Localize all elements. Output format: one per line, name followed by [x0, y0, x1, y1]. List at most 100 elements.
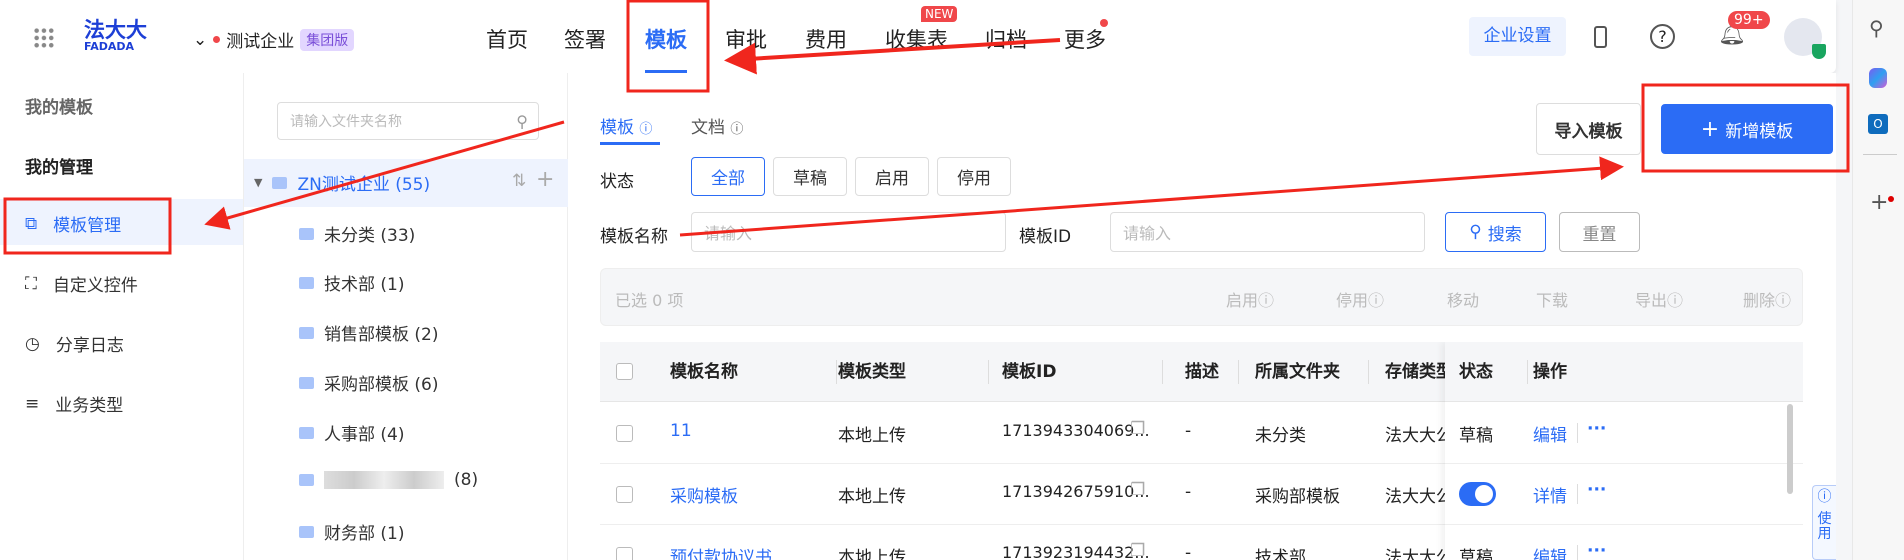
template-id: 1713942675910... [1002, 482, 1150, 501]
outlook-icon[interactable]: O [1868, 114, 1888, 134]
more-actions-icon[interactable]: ··· [1587, 419, 1606, 439]
company-switcher[interactable]: ⌄ 测试企业 集团版 [193, 27, 355, 52]
template-name-label: 模板名称 [600, 227, 668, 247]
add-icon[interactable]: + [1870, 190, 1888, 215]
sidebar-item-template-management-label[interactable]: ⧉ 模板管理 [25, 211, 121, 237]
template-id: 1713943304069... [1002, 421, 1150, 440]
status-filter-all[interactable]: 全部 [691, 157, 765, 196]
sort-icon[interactable]: ⇅ [512, 171, 526, 191]
status-dot [213, 36, 221, 43]
status-text: 草稿 [1459, 426, 1493, 446]
template-name-input[interactable]: 请输入 [691, 212, 1006, 252]
folder-item-shared[interactable]: (8) [299, 470, 478, 490]
folder-item[interactable]: 未分类 (33) [299, 221, 415, 246]
reset-button[interactable]: 重置 [1559, 212, 1640, 252]
bulk-export[interactable]: 导出ⓘ [1635, 287, 1683, 311]
status-toggle[interactable] [1459, 482, 1496, 506]
row-checkbox[interactable] [616, 425, 633, 442]
bulk-delete[interactable]: 删除ⓘ [1743, 287, 1791, 311]
nav-expense[interactable]: 费用 [805, 24, 847, 54]
template-name-link[interactable]: 预付款协议书 [670, 543, 772, 560]
folder-root[interactable]: ▼ ZN测试企业 (55) [254, 170, 430, 195]
copy-icon[interactable]: ❐ [1130, 480, 1145, 500]
search-icon: ⚲ [516, 111, 528, 131]
folder-item[interactable]: 技术部 (1) [299, 270, 404, 295]
nav-home[interactable]: 首页 [486, 24, 528, 54]
bulk-download[interactable]: 下载 [1536, 287, 1568, 311]
bulk-disable[interactable]: 停用ⓘ [1336, 287, 1384, 311]
info-icon: ⓘ [1368, 291, 1385, 310]
nav-sign[interactable]: 签署 [564, 24, 606, 54]
template-type: 本地上传 [838, 487, 906, 507]
search-icon[interactable]: ⚲ [1869, 16, 1884, 40]
help-icon[interactable]: ? [1650, 24, 1675, 49]
tab-document[interactable]: 文档 ⓘ [691, 113, 743, 138]
template-folder: 采购部模板 [1255, 487, 1340, 507]
folder-item[interactable]: 人事部 (4) [299, 420, 404, 445]
company-settings-button[interactable]: 企业设置 [1469, 17, 1566, 56]
row-action-link[interactable]: 详情 [1533, 482, 1567, 507]
apps-grid-icon[interactable] [33, 27, 55, 49]
nav-template[interactable]: 模板 [645, 24, 687, 54]
sidebar-item-custom-controls[interactable]: ⛶ 自定义控件 [25, 271, 138, 297]
fadada-logo[interactable]: 法大大 FADADA [84, 20, 147, 53]
copilot-icon[interactable] [1869, 68, 1887, 88]
copy-icon[interactable]: ❐ [1130, 541, 1145, 560]
label: 未分类 (33) [324, 226, 416, 246]
folder-icon [299, 227, 314, 240]
label: 技术部 (1) [324, 275, 405, 295]
add-template-button[interactable]: + 新增模板 [1661, 104, 1833, 154]
table-scrollbar[interactable] [1787, 404, 1793, 494]
status-filter-enabled[interactable]: 启用 [855, 157, 929, 196]
row-action-link[interactable]: 编辑 [1533, 543, 1567, 560]
label: 采购部模板 (6) [324, 375, 439, 395]
mobile-icon[interactable] [1594, 26, 1607, 48]
tab-template[interactable]: 模板 ⓘ [600, 113, 652, 138]
notification-badge: 99+ [1728, 11, 1770, 29]
search-icon: ⚲ [1469, 222, 1482, 242]
nav-approval[interactable]: 审批 [725, 24, 767, 54]
import-template-button[interactable]: 导入模板 [1536, 103, 1641, 155]
search-button[interactable]: ⚲ 搜索 [1445, 212, 1546, 252]
status-filter-draft[interactable]: 草稿 [773, 157, 847, 196]
template-id-input[interactable]: 请输入 [1110, 212, 1425, 252]
folder-search-input[interactable]: 请输入文件夹名称 ⚲ [277, 102, 539, 140]
folder-item[interactable]: 采购部模板 (6) [299, 370, 438, 395]
copy-icon[interactable]: ❐ [1130, 419, 1145, 439]
more-actions-icon[interactable]: ··· [1587, 480, 1606, 500]
bulk-move[interactable]: 移动 [1447, 287, 1479, 311]
bulk-enable[interactable]: 启用ⓘ [1226, 287, 1274, 311]
row-checkbox[interactable] [616, 486, 633, 503]
label: ZN测试企业 (55) [297, 175, 431, 195]
folder-item[interactable]: 销售部模板 (2) [299, 320, 438, 345]
template-name-link[interactable]: 采购模板 [670, 482, 738, 507]
info-icon: ⓘ [1258, 291, 1275, 310]
fixed-header: 状态 操作 [1445, 342, 1803, 402]
help-float-button[interactable]: ⓘ 使用 [1812, 485, 1836, 560]
more-actions-icon[interactable]: ··· [1587, 541, 1606, 560]
sidebar-item-business-type[interactable]: ≡ 业务类型 [25, 391, 123, 417]
label: 财务部 (1) [324, 524, 405, 544]
add-folder-icon[interactable]: + [536, 167, 554, 192]
label: 停用 [1336, 291, 1369, 310]
nav-form[interactable]: 收集表 [885, 24, 948, 54]
folder-item[interactable]: 财务部 (1) [299, 519, 404, 544]
row-action-link[interactable]: 编辑 [1533, 421, 1567, 446]
template-id-label: 模板ID [1019, 227, 1072, 247]
folder-panel: 请输入文件夹名称 ⚲ ▼ ZN测试企业 (55) ⇅ + 未分类 (33) 技术部 … [243, 73, 569, 560]
folder-icon [299, 426, 314, 439]
bulk-action-bar: 已选 0 项 启用ⓘ 停用ⓘ 移动 下载 导出ⓘ 删除ⓘ [600, 268, 1803, 326]
sidebar-item-share-log[interactable]: ◷ 分享日志 [25, 331, 124, 357]
col-folder: 所属文件夹 [1255, 362, 1340, 382]
template-type: 本地上传 [838, 548, 906, 560]
template-name-link[interactable]: 11 [670, 421, 692, 441]
status-filter-disabled[interactable]: 停用 [937, 157, 1011, 196]
browser-side-panel: ⚲ O + [1852, 0, 1904, 560]
nav-more[interactable]: 更多 [1064, 24, 1106, 54]
select-all-checkbox[interactable] [616, 363, 633, 380]
template-desc: - [1185, 543, 1192, 560]
row-checkbox[interactable] [616, 547, 633, 560]
nav-archive[interactable]: 归档 [985, 24, 1027, 54]
info-icon: ⓘ [730, 122, 744, 137]
divider [1577, 484, 1578, 504]
